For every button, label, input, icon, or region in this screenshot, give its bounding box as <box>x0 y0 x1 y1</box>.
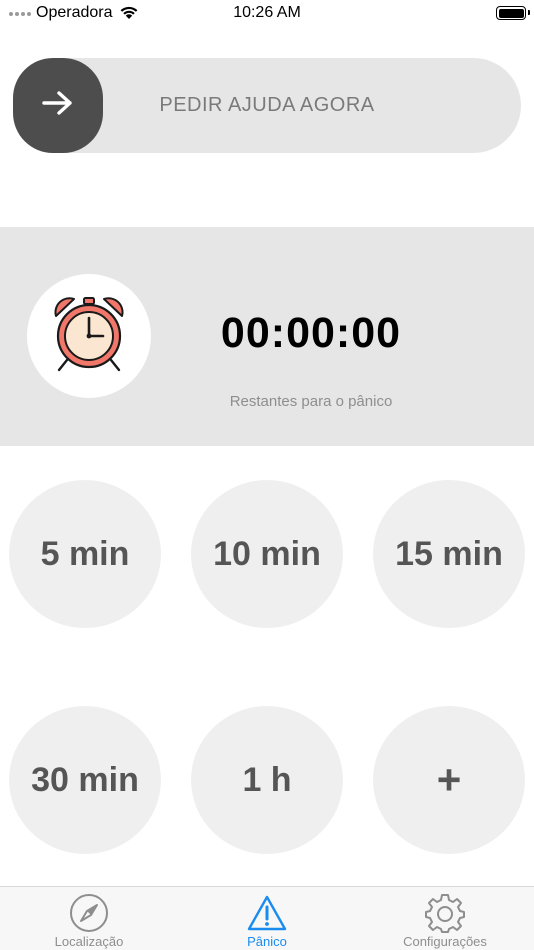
tab-localizacao[interactable]: Localização <box>0 887 178 950</box>
add-custom-time-button[interactable]: + <box>373 706 525 854</box>
gear-icon <box>425 893 465 933</box>
countdown-caption: Restantes para o pânico <box>229 393 393 410</box>
alarm-clock-badge <box>27 274 151 398</box>
time-option-15-min-button[interactable]: 15 min <box>373 480 525 628</box>
battery-icon <box>496 6 530 20</box>
tab-configuracoes[interactable]: Configurações <box>356 887 534 950</box>
warning-icon <box>246 893 288 933</box>
time-option-5-min-button[interactable]: 5 min <box>9 480 161 628</box>
tab-label: Configurações <box>403 934 487 949</box>
compass-icon <box>69 893 109 933</box>
time-option-30-min-button[interactable]: 30 min <box>9 706 161 854</box>
time-option-1-h-button[interactable]: 1 h <box>191 706 343 854</box>
tab-panico[interactable]: Pânico <box>178 887 356 950</box>
help-slider[interactable]: PEDIR AJUDA AGORA <box>13 58 521 153</box>
tab-bar: Localização Pânico Configurações <box>0 886 534 950</box>
time-option-10-min-button[interactable]: 10 min <box>191 480 343 628</box>
countdown-value: 00:00:00 <box>220 309 402 357</box>
alarm-clock-icon <box>47 292 131 381</box>
app-screen: Operadora 10:26 AM PEDIR AJUDA AGORA 00:… <box>0 0 534 950</box>
slider-thumb[interactable] <box>13 58 103 153</box>
slider-label: PEDIR AJUDA AGORA <box>159 94 375 116</box>
arrow-right-icon <box>41 90 75 121</box>
status-time: 10:26 AM <box>233 4 301 21</box>
status-bar: Operadora 10:26 AM <box>0 0 534 28</box>
tab-label: Pânico <box>247 934 287 949</box>
timer-panel: 00:00:00 Restantes para o pânico <box>0 227 534 446</box>
tab-label: Localização <box>54 934 124 949</box>
